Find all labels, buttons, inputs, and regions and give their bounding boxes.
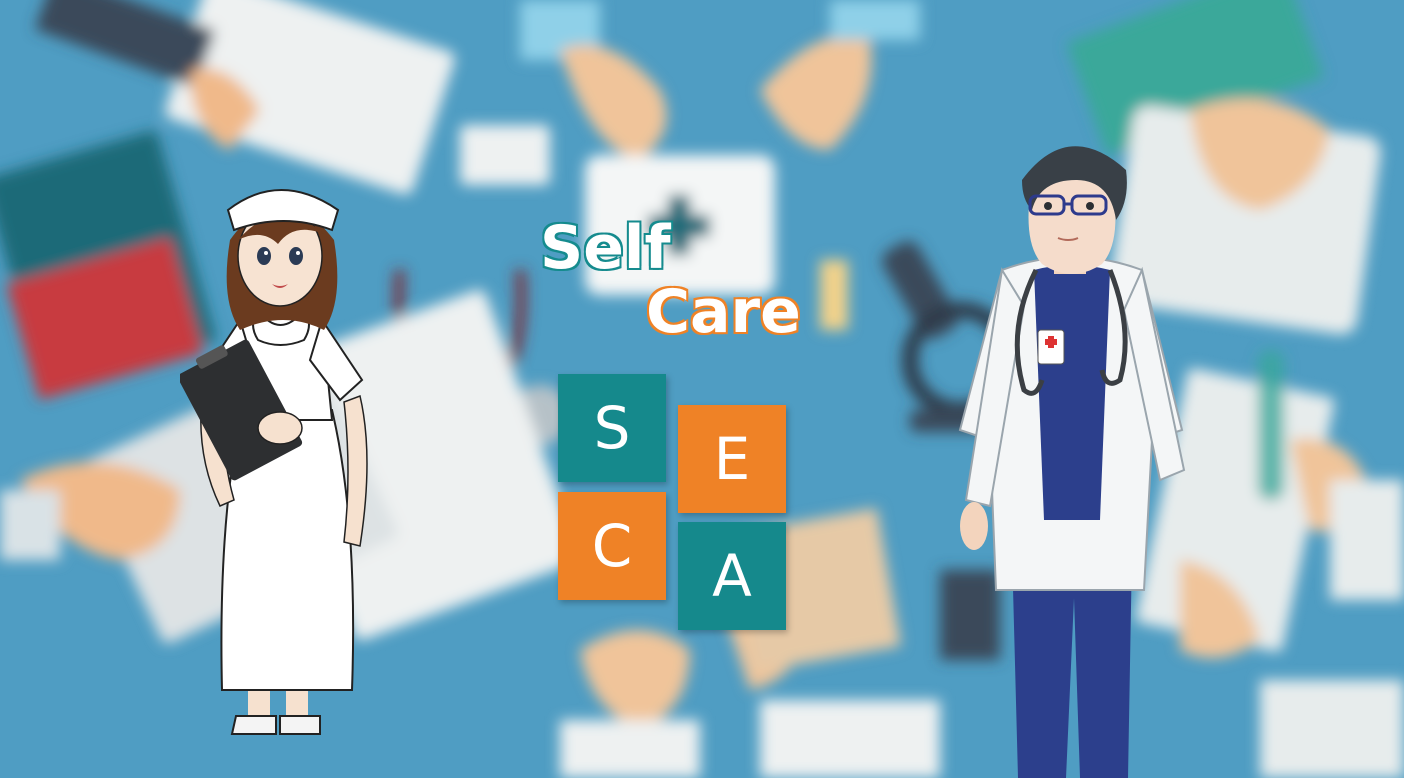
title-care: Care (646, 277, 801, 347)
logo-tile-e: E (678, 405, 786, 513)
logo-tile-c: C (558, 492, 666, 600)
nurse-illustration (180, 189, 368, 735)
title-self: Self (540, 213, 671, 283)
logo-tile-s: S (558, 374, 666, 482)
logo-letter-s: S (593, 394, 631, 462)
logo-letter-a: A (712, 542, 752, 610)
logo-letter-c: C (591, 512, 633, 580)
logo-letter-e: E (713, 425, 751, 493)
doctor-illustration (958, 146, 1186, 778)
logo-tile-a: A (678, 522, 786, 630)
hero-banner: Self Care S E C A (0, 0, 1404, 778)
